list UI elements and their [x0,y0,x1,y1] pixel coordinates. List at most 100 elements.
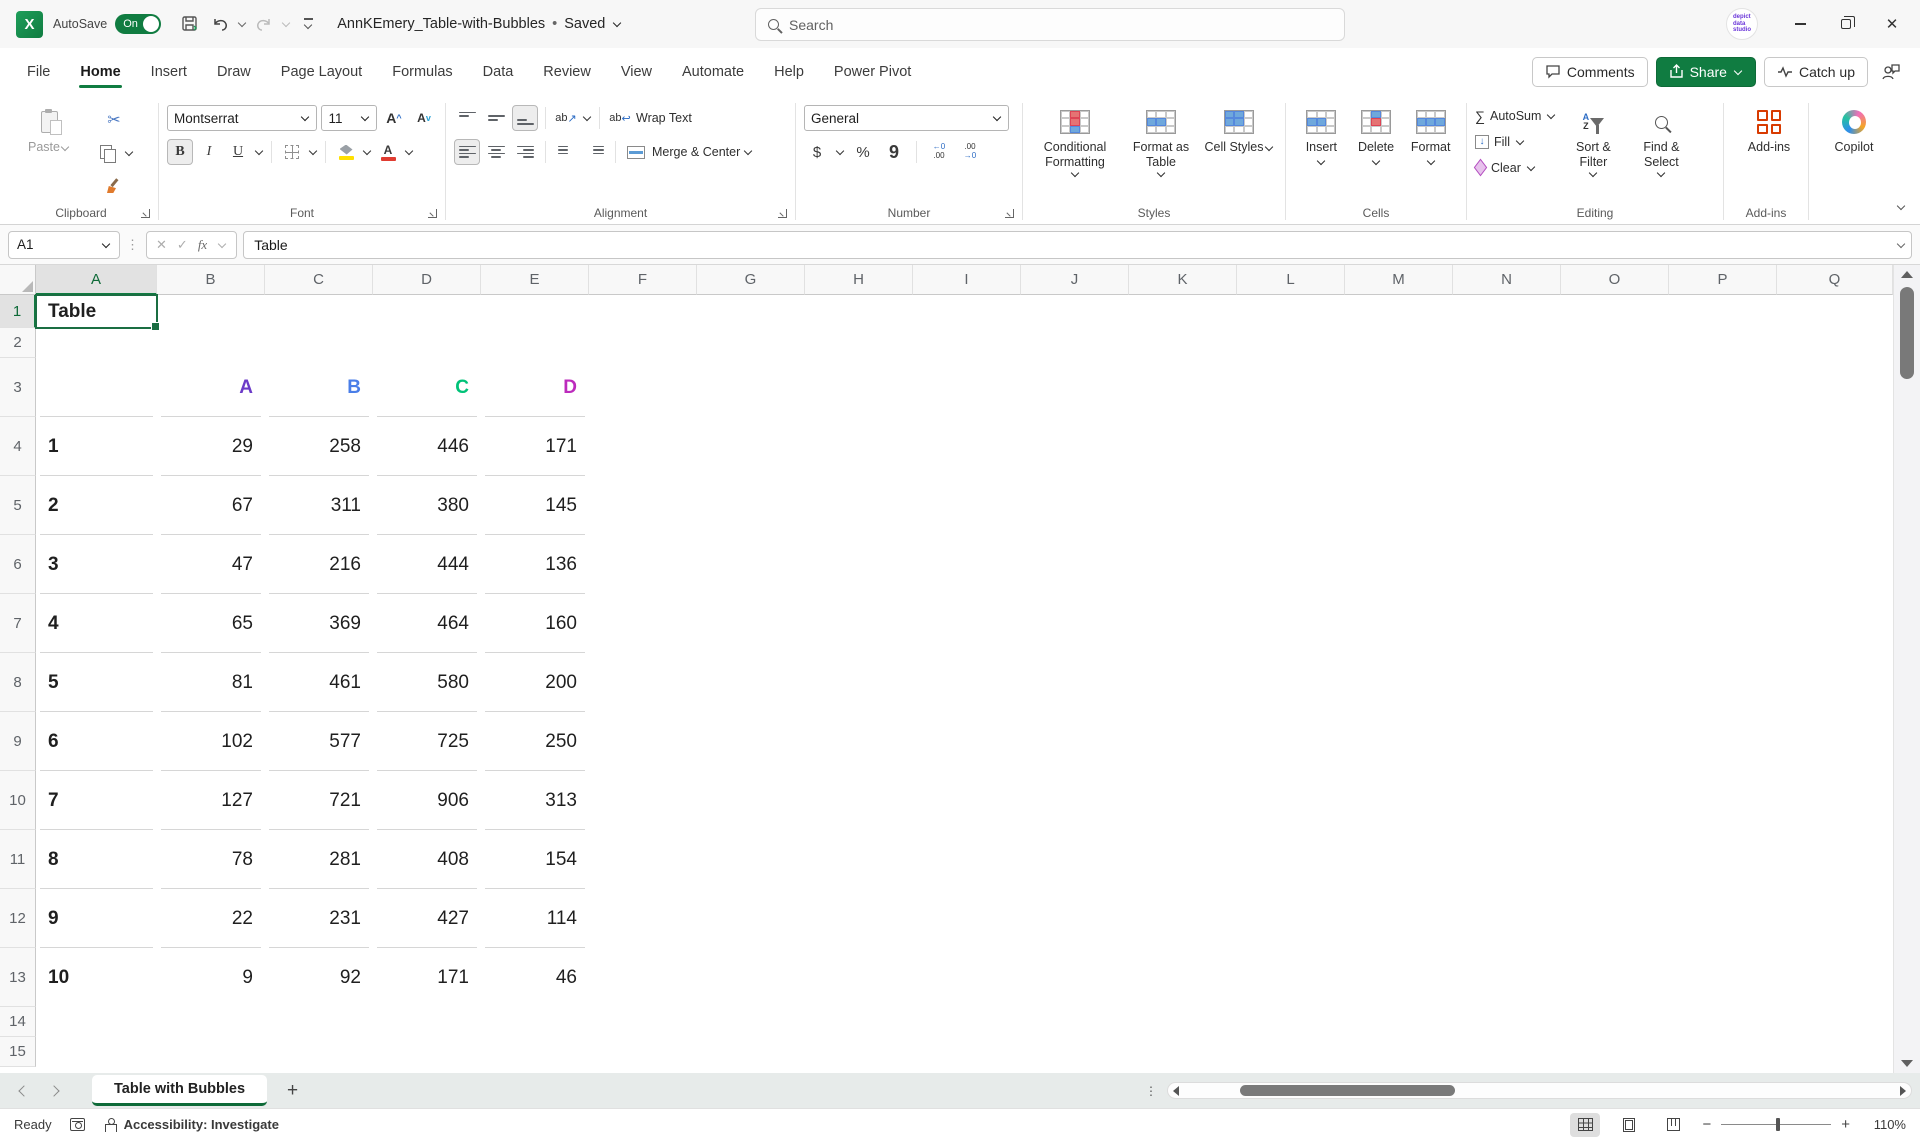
cell-Q1[interactable] [1777,295,1893,328]
row-header-12[interactable]: 12 [0,889,36,948]
sheet-tab-active[interactable]: Table with Bubbles [92,1075,267,1106]
cell-Q5[interactable] [1777,476,1893,535]
accessibility-status[interactable]: Accessibility: Investigate [103,1117,279,1132]
cell-I4[interactable] [913,417,1021,476]
currency-button[interactable]: $ [804,139,830,165]
col-header-B[interactable]: B [157,265,265,295]
cell-A7[interactable]: 4 [36,594,157,653]
cell-E10[interactable]: 313 [481,771,589,830]
cell-D15[interactable] [373,1037,481,1067]
row-header-11[interactable]: 11 [0,830,36,889]
cell-L13[interactable] [1237,948,1345,1007]
cell-F12[interactable] [589,889,697,948]
number-format-select[interactable]: General [804,105,1009,131]
cell-M15[interactable] [1345,1037,1453,1067]
cell-D5[interactable]: 380 [373,476,481,535]
cell-L6[interactable] [1237,535,1345,594]
cell-E1[interactable] [481,295,589,328]
cell-N5[interactable] [1453,476,1561,535]
cell-E13[interactable]: 46 [481,948,589,1007]
cell-M13[interactable] [1345,948,1453,1007]
comma-style-button[interactable]: 9 [881,139,907,165]
cell-N1[interactable] [1453,295,1561,328]
col-header-E[interactable]: E [481,265,589,295]
copilot-button[interactable]: Copilot [1817,103,1891,155]
row-header-8[interactable]: 8 [0,653,36,712]
cell-M6[interactable] [1345,535,1453,594]
undo-button[interactable] [205,9,235,39]
cell-N10[interactable] [1453,771,1561,830]
col-header-P[interactable]: P [1669,265,1777,295]
cell-D10[interactable]: 906 [373,771,481,830]
cell-G15[interactable] [697,1037,805,1067]
cell-N7[interactable] [1453,594,1561,653]
cell-G4[interactable] [697,417,805,476]
col-header-G[interactable]: G [697,265,805,295]
cell-O12[interactable] [1561,889,1669,948]
cell-P4[interactable] [1669,417,1777,476]
cell-K11[interactable] [1129,830,1237,889]
cell-J6[interactable] [1021,535,1129,594]
zoom-slider-thumb[interactable] [1776,1118,1780,1131]
col-header-N[interactable]: N [1453,265,1561,295]
percent-button[interactable]: % [850,139,876,165]
format-as-table-button[interactable]: Format as Table [1119,103,1203,178]
cell-L14[interactable] [1237,1007,1345,1037]
cell-J15[interactable] [1021,1037,1129,1067]
cell-L7[interactable] [1237,594,1345,653]
font-color-button[interactable]: A [375,139,401,165]
cell-A14[interactable] [36,1007,157,1037]
close-button[interactable]: ✕ [1872,7,1912,41]
cell-Q4[interactable] [1777,417,1893,476]
cell-N9[interactable] [1453,712,1561,771]
name-box[interactable]: A1 [8,231,120,259]
cell-K13[interactable] [1129,948,1237,1007]
insert-cells-button[interactable]: Insert [1294,103,1349,166]
increase-font-button[interactable]: A^ [381,105,407,131]
cell-O9[interactable] [1561,712,1669,771]
tab-power-pivot[interactable]: Power Pivot [821,56,924,88]
cell-K12[interactable] [1129,889,1237,948]
tab-review[interactable]: Review [530,56,604,88]
cell-A11[interactable]: 8 [36,830,157,889]
cell-F10[interactable] [589,771,697,830]
clipboard-dialog-launcher[interactable] [141,209,150,218]
cell-D11[interactable]: 408 [373,830,481,889]
cell-C8[interactable]: 461 [265,653,373,712]
cell-P15[interactable] [1669,1037,1777,1067]
autosave-toggle[interactable]: On [115,14,161,34]
cell-H5[interactable] [805,476,913,535]
cell-A3[interactable] [36,358,157,417]
cell-K6[interactable] [1129,535,1237,594]
col-header-H[interactable]: H [805,265,913,295]
comments-button[interactable]: Comments [1532,57,1648,87]
alignment-dialog-launcher[interactable] [778,209,787,218]
catch-up-button[interactable]: Catch up [1764,57,1868,87]
row-header-7[interactable]: 7 [0,594,36,653]
align-right-button[interactable] [512,139,538,165]
merge-center-icon[interactable] [623,139,649,165]
row-header-4[interactable]: 4 [0,417,36,476]
cell-M4[interactable] [1345,417,1453,476]
cell-L9[interactable] [1237,712,1345,771]
cell-P9[interactable] [1669,712,1777,771]
orientation-dropdown-icon[interactable] [583,113,591,121]
cell-F6[interactable] [589,535,697,594]
cell-B8[interactable]: 81 [157,653,265,712]
cell-I10[interactable] [913,771,1021,830]
cell-O15[interactable] [1561,1037,1669,1067]
cell-K9[interactable] [1129,712,1237,771]
horizontal-scrollbar[interactable] [1167,1082,1912,1099]
cell-N15[interactable] [1453,1037,1561,1067]
cell-O10[interactable] [1561,771,1669,830]
cell-M1[interactable] [1345,295,1453,328]
cell-M12[interactable] [1345,889,1453,948]
save-icon[interactable] [175,9,205,39]
cell-M11[interactable] [1345,830,1453,889]
page-layout-view-button[interactable] [1614,1113,1644,1137]
vertical-scroll-thumb[interactable] [1900,287,1914,379]
cell-C2[interactable] [265,328,373,358]
font-name-select[interactable]: Montserrat [167,105,317,131]
cell-F14[interactable] [589,1007,697,1037]
cell-F7[interactable] [589,594,697,653]
